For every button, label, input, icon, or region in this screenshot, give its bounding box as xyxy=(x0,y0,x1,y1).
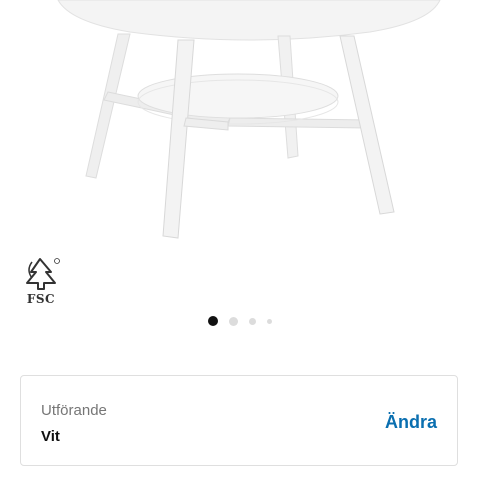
carousel-dot[interactable] xyxy=(267,318,272,324)
carousel-dot[interactable] xyxy=(229,316,238,326)
carousel-dot[interactable] xyxy=(249,317,256,325)
fsc-tree-logo-icon xyxy=(26,258,60,290)
variant-value: Vit xyxy=(41,428,60,445)
fsc-logo-text: FSC xyxy=(26,292,56,306)
product-image[interactable] xyxy=(0,0,480,250)
carousel-dot-active[interactable] xyxy=(208,316,218,326)
variant-label: Utförande xyxy=(41,402,107,419)
variant-selector-card[interactable]: Utförande Vit Ändra xyxy=(20,375,458,466)
coffee-table-icon xyxy=(57,0,441,239)
change-variant-link[interactable]: Ändra xyxy=(385,412,437,433)
image-carousel-indicator[interactable] xyxy=(0,316,480,326)
fsc-logo: FSC xyxy=(18,256,64,308)
